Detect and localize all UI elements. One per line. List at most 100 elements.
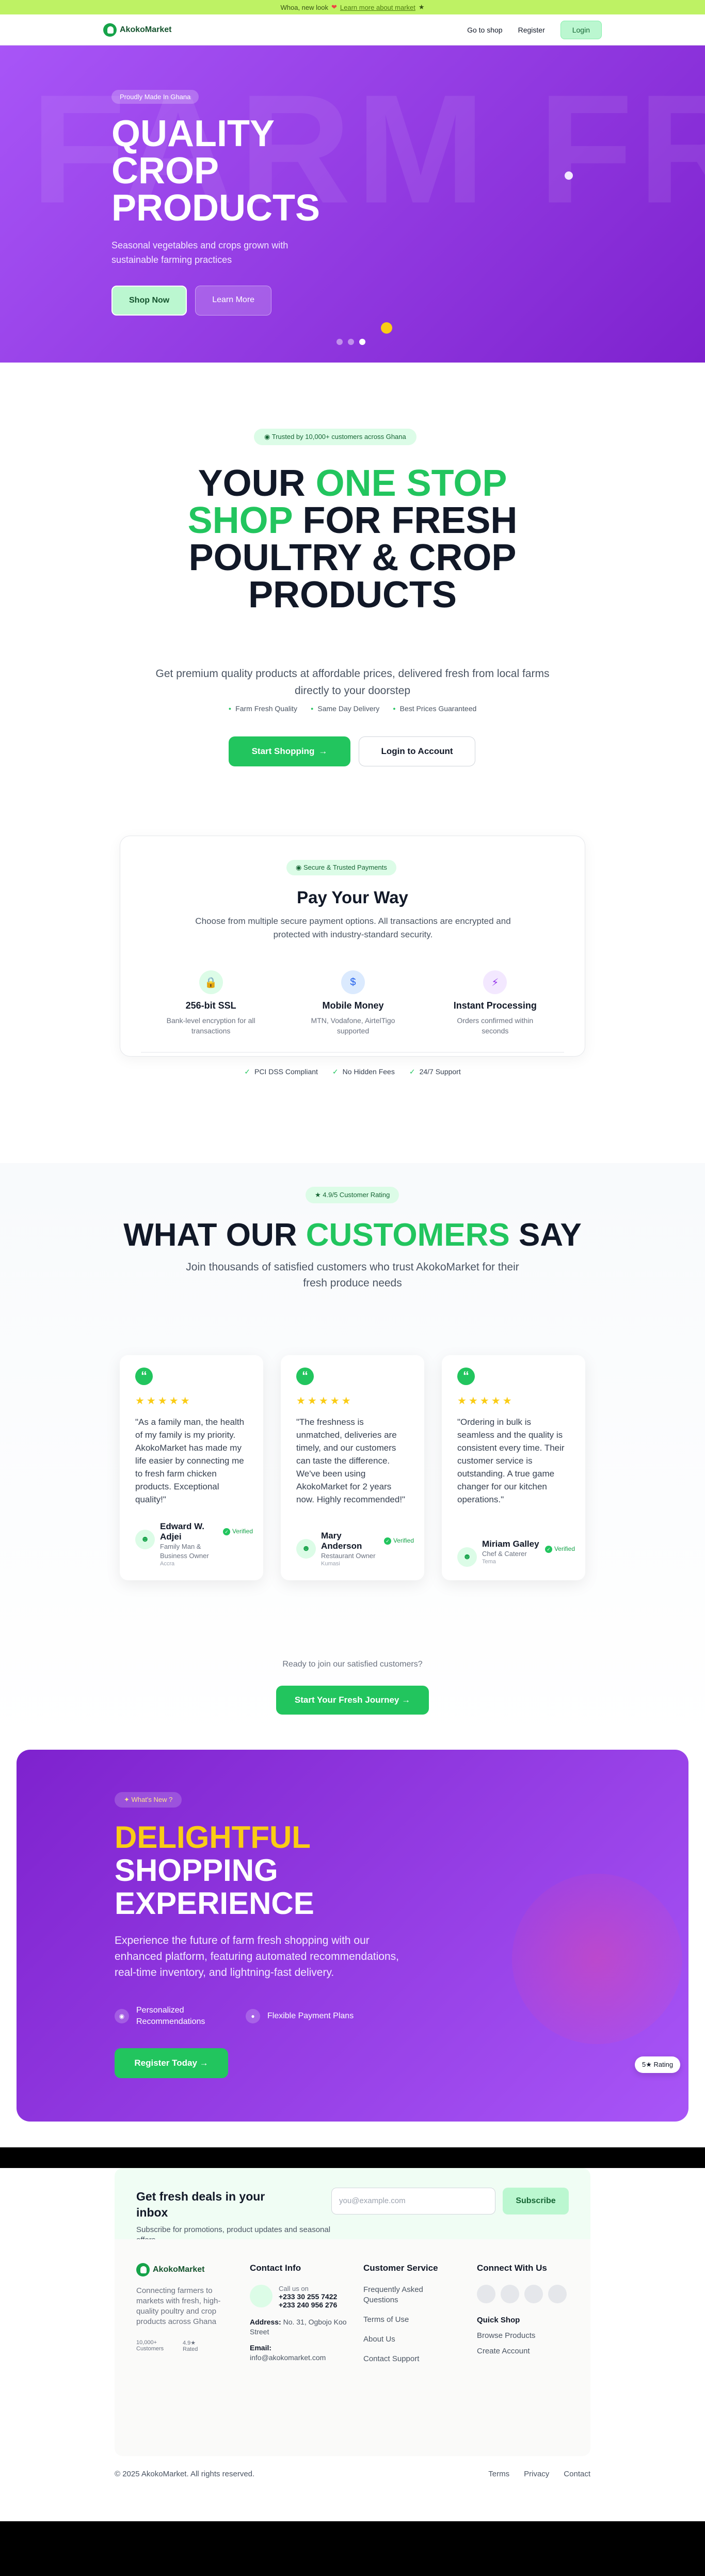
feature-item: Farm Fresh Quality bbox=[229, 704, 297, 713]
copyright-text: © 2025 AkokoMarket. All rights reserved. bbox=[115, 2470, 255, 2478]
quote-icon: “ bbox=[135, 1368, 153, 1385]
connect-heading: Connect With Us bbox=[477, 2263, 547, 2273]
register-today-button[interactable]: Register Today → bbox=[115, 2048, 228, 2078]
footer-bottom-terms[interactable]: Terms bbox=[488, 2470, 509, 2478]
brand-logo[interactable]: AkokoMarket bbox=[103, 23, 171, 37]
payment-description: Choose from multiple secure payment opti… bbox=[195, 916, 511, 939]
intro-section: ◉ Trusted by 10,000+ customers across Gh… bbox=[0, 363, 705, 1163]
promo-heading: DELIGHTFUL SHOPPING EXPERIENCE bbox=[115, 1821, 424, 1920]
recommend-icon: ◉ bbox=[115, 2009, 129, 2023]
email-input[interactable]: you@example.com bbox=[331, 2188, 495, 2214]
footer-brand-name: AkokoMarket bbox=[153, 2265, 205, 2274]
decorative-dot bbox=[381, 322, 392, 334]
promo-feature-label: Flexible Payment Plans bbox=[267, 2012, 354, 2020]
carousel-dot[interactable] bbox=[348, 339, 354, 345]
subscribe-button[interactable]: Subscribe bbox=[503, 2188, 569, 2214]
address-label: Address: bbox=[250, 2318, 281, 2326]
email-value[interactable]: info@akokomarket.com bbox=[250, 2353, 326, 2362]
phone-icon bbox=[250, 2285, 273, 2307]
testimonial-author: ☻ Edward W. Adjei Family Man & Business Ow… bbox=[135, 1521, 253, 1567]
heading-part: YOUR bbox=[198, 463, 316, 504]
payment-feature: $ Mobile Money MTN, Vodafone, AirtelTigo s… bbox=[282, 970, 424, 1036]
shop-now-button[interactable]: Shop Now bbox=[111, 286, 187, 316]
payment-feature: 🔒 256-bit SSL Bank-level encryption for al… bbox=[140, 970, 282, 1036]
footer-link-create-account[interactable]: Create Account bbox=[477, 2346, 570, 2357]
carousel-dot[interactable] bbox=[337, 339, 343, 345]
testimonials-subtitle: Join thousands of satisfied customers wh… bbox=[186, 1261, 519, 1289]
start-shopping-label: Start Shopping bbox=[251, 746, 315, 756]
stat-customers: 10,000+ Customers bbox=[136, 2339, 164, 2352]
testimonial-cards: “ ★★★★★ "As a family man, the health of my… bbox=[120, 1355, 585, 1580]
start-shopping-button[interactable]: Start Shopping → bbox=[229, 736, 350, 766]
author-role: Family Man & Business Owner bbox=[160, 1543, 209, 1560]
rating-text: 4.9/5 Customer Rating bbox=[323, 1191, 390, 1199]
phone-2[interactable]: +233 240 956 276 bbox=[279, 2301, 337, 2309]
feature-list: Farm Fresh Quality Same Day Delivery Bes… bbox=[146, 704, 559, 713]
footer-logo[interactable]: AkokoMarket bbox=[136, 2263, 229, 2276]
testimonial-card: “ ★★★★★ "As a family man, the health of my… bbox=[120, 1355, 263, 1580]
verified-badge: Verified bbox=[223, 1528, 253, 1535]
decorative-dot bbox=[565, 171, 573, 180]
testimonials-section: ★ 4.9/5 Customer Rating WHAT OUR CUSTOME… bbox=[0, 1163, 705, 1750]
payment-feature-title: Mobile Money bbox=[322, 1000, 384, 1011]
nav-go-to-shop[interactable]: Go to shop bbox=[467, 26, 503, 34]
footer-link-faq[interactable]: Frequently Asked Questions bbox=[363, 2285, 456, 2305]
heading-highlight: CUSTOMERS bbox=[306, 1217, 510, 1253]
call-label: Call us on bbox=[279, 2285, 309, 2292]
footer-link-browse[interactable]: Browse Products bbox=[477, 2331, 570, 2341]
quote-icon: “ bbox=[457, 1368, 475, 1385]
login-button[interactable]: Login bbox=[560, 20, 602, 39]
testimonial-card: “ ★★★★★ "The freshness is unmatched, deliv… bbox=[281, 1355, 424, 1580]
heading-part: WHAT OUR bbox=[123, 1217, 306, 1253]
facebook-icon[interactable] bbox=[477, 2285, 495, 2303]
author-location: Kumasi bbox=[321, 1561, 340, 1567]
promo-feature: ◉ Personalized Recommendations bbox=[115, 2005, 214, 2028]
customer-service-heading: Customer Service bbox=[363, 2263, 438, 2273]
copyright-bar: © 2025 AkokoMarket. All rights reserved.… bbox=[115, 2470, 590, 2478]
email-label: Email: bbox=[250, 2344, 272, 2352]
star-icon: ★ bbox=[315, 1191, 321, 1199]
linkedin-icon[interactable] bbox=[548, 2285, 567, 2303]
rating-badge: ★ 4.9/5 Customer Rating bbox=[306, 1187, 399, 1203]
chicken-logo-icon bbox=[103, 23, 117, 37]
gift-icon: ★ bbox=[418, 3, 425, 11]
footer-link-terms[interactable]: Terms of Use bbox=[363, 2315, 456, 2325]
footer-bottom-privacy[interactable]: Privacy bbox=[524, 2470, 549, 2478]
contact-heading: Contact Info bbox=[250, 2263, 301, 2273]
dark-band bbox=[0, 2521, 705, 2576]
promo-description: Experience the future of farm fresh shop… bbox=[115, 1935, 399, 1978]
login-account-button[interactable]: Login to Account bbox=[359, 736, 475, 766]
instagram-icon[interactable] bbox=[524, 2285, 543, 2303]
author-location: Accra bbox=[160, 1561, 175, 1567]
author-name: Miriam Galley bbox=[482, 1539, 539, 1549]
payment-features: 🔒 256-bit SSL Bank-level encryption for al… bbox=[140, 970, 566, 1036]
carousel-dot-active[interactable] bbox=[359, 339, 365, 345]
hero-carousel: FARM FRES Proudly Made In Ghana QUALITY … bbox=[0, 45, 705, 363]
star-rating: ★★★★★ bbox=[457, 1395, 514, 1407]
shield-icon: ◉ bbox=[264, 433, 270, 441]
footer-link-about[interactable]: About Us bbox=[363, 2334, 456, 2345]
author-name: Edward W. Adjei bbox=[160, 1521, 204, 1542]
secure-payments-badge: ◉ Secure & Trusted Payments bbox=[286, 860, 396, 875]
phone-1[interactable]: +233 30 255 7422 bbox=[279, 2292, 337, 2301]
twitter-icon[interactable] bbox=[501, 2285, 519, 2303]
testimonial-author: ☻Mary AndersonRestaurant OwnerKumasi Veri… bbox=[296, 1531, 414, 1567]
announcement-link[interactable]: Learn more about market bbox=[340, 4, 415, 11]
promo-heading-rest: SHOPPING EXPERIENCE bbox=[115, 1853, 314, 1921]
footer-link-support[interactable]: Contact Support bbox=[363, 2354, 456, 2364]
address-block: Address: No. 31, Ogbojo Koo Street bbox=[250, 2317, 353, 2337]
avatar: ☻ bbox=[457, 1547, 477, 1567]
stat-rating: 4.9★ Rated bbox=[183, 2340, 198, 2352]
verified-badge: Verified bbox=[384, 1537, 414, 1545]
floating-rating-button[interactable]: 5★ Rating bbox=[635, 2056, 681, 2073]
quick-shop-heading: Quick Shop bbox=[477, 2316, 520, 2324]
nav-register[interactable]: Register bbox=[518, 26, 545, 34]
testimonial-card: “ ★★★★★ "Ordering in bulk is seamless and … bbox=[442, 1355, 585, 1580]
testimonials-heading: WHAT OUR CUSTOMERS SAY bbox=[0, 1217, 705, 1253]
hero-subtitle: Seasonal vegetables and crops grown with… bbox=[111, 240, 289, 265]
learn-more-button[interactable]: Learn More bbox=[195, 286, 272, 316]
announcement-text: Whoa, new look bbox=[280, 3, 328, 11]
author-role: Chef & Caterer bbox=[482, 1550, 527, 1558]
footer-bottom-contact[interactable]: Contact bbox=[564, 2470, 590, 2478]
start-journey-button[interactable]: Start Your Fresh Journey → bbox=[276, 1686, 429, 1715]
